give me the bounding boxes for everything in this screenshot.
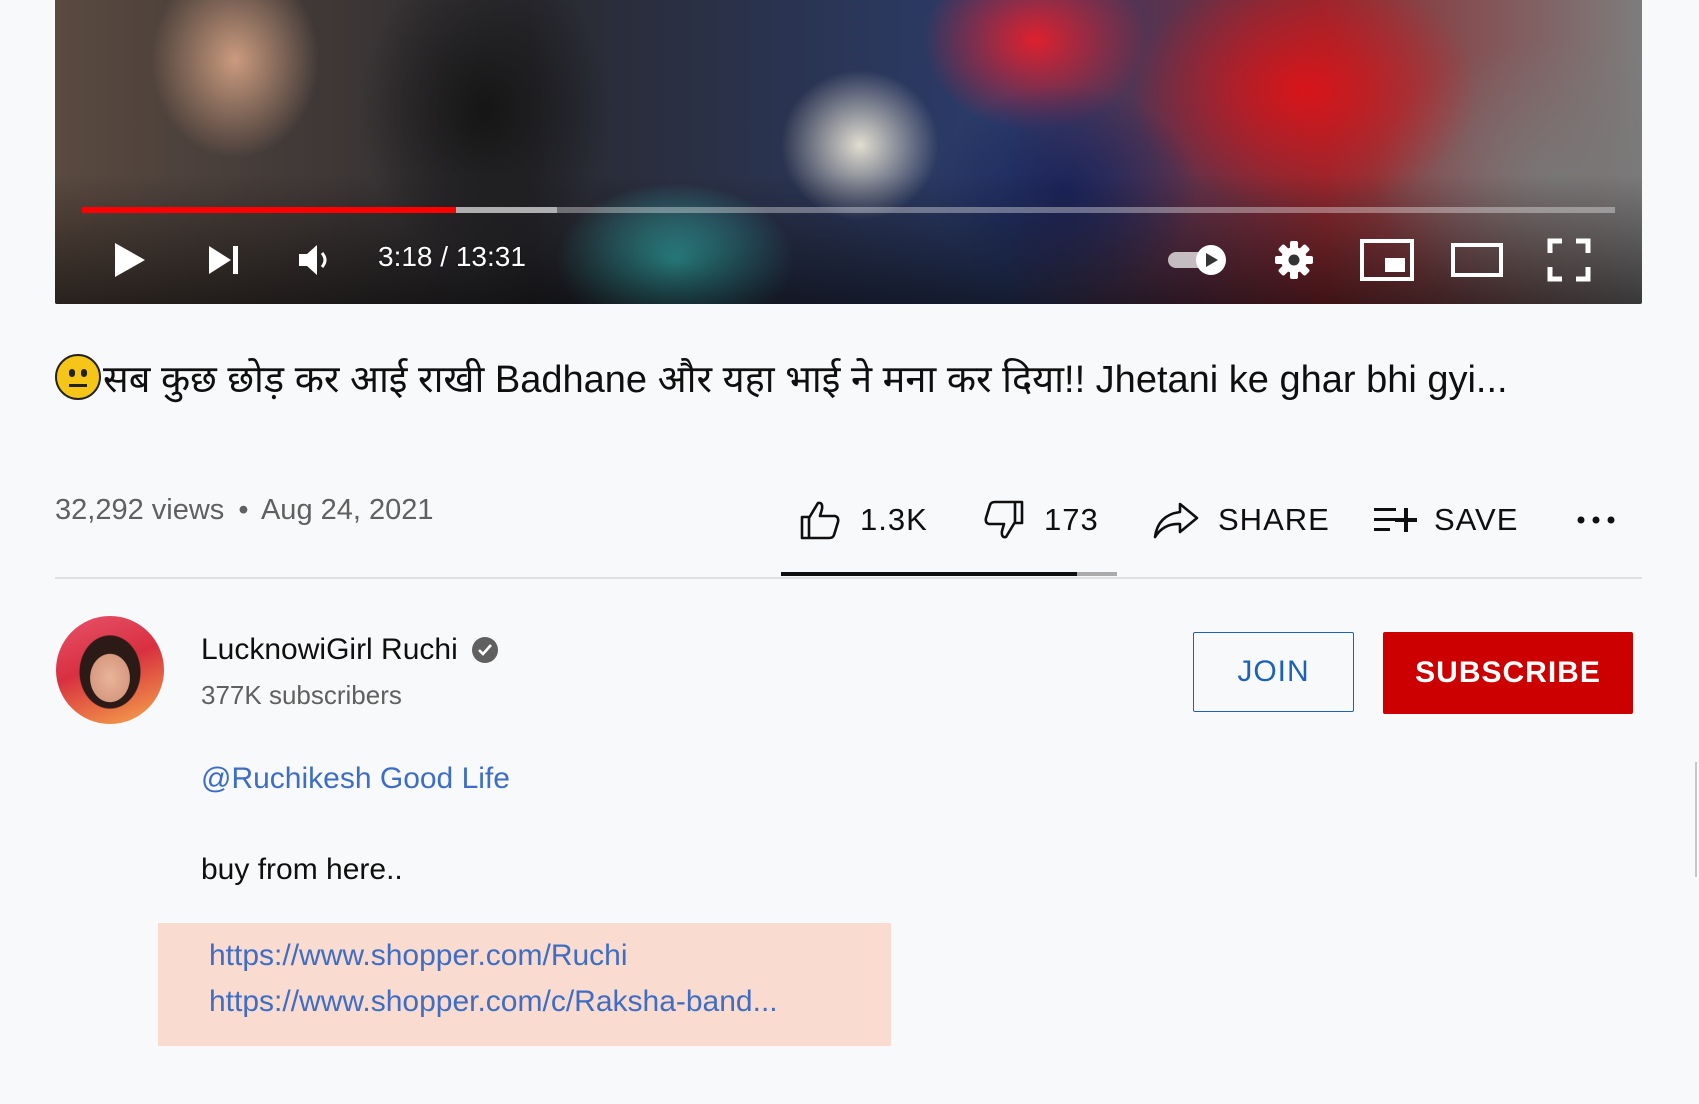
fullscreen-button[interactable] [1541,238,1597,282]
upload-date: Aug 24, 2021 [260,494,434,526]
theater-mode-icon [1451,243,1503,277]
miniplayer-button[interactable] [1357,238,1417,282]
share-button[interactable]: SHARE [1152,490,1330,550]
channel-mention-link[interactable]: @Ruchikesh Good Life [201,762,510,796]
video-player[interactable]: 3:18 / 13:31 [55,0,1642,304]
more-icon [1577,516,1615,524]
divider [55,577,1642,579]
join-button[interactable]: JOIN [1193,632,1354,712]
channel-name[interactable]: LucknowiGirl Ruchi [201,633,458,667]
progress-played [82,207,457,213]
video-title-text: सब कुछ छोड़ कर आई राखी Badhane और यहा भा… [103,359,1508,401]
meta-separator: • [238,494,249,526]
channel-name-row[interactable]: LucknowiGirl Ruchi [201,633,498,667]
sentiment-like-fill [781,572,1078,576]
volume-button[interactable] [291,238,341,282]
subscribe-button[interactable]: SUBSCRIBE [1383,632,1633,714]
miniplayer-icon [1360,239,1414,281]
description-link[interactable]: https://www.shopper.com/Ruchi [209,939,628,973]
progress-bar[interactable] [82,207,1615,213]
share-icon [1153,502,1199,539]
description-links-highlight: https://www.shopper.com/Ruchi https://ww… [158,923,891,1046]
dislike-button[interactable]: 173 [982,490,1099,550]
time-display: 3:18 / 13:31 [378,241,526,272]
neutral-face-icon [55,354,101,400]
volume-icon [299,245,327,275]
more-actions-button[interactable] [1575,490,1617,550]
verified-badge-icon [471,637,498,663]
play-icon [115,243,145,277]
next-button[interactable] [199,238,249,282]
channel-avatar[interactable] [56,616,164,724]
play-button[interactable] [105,238,155,282]
save-button[interactable]: SAVE [1372,490,1518,550]
description-text: buy from here.. [201,853,403,886]
like-count: 1.3K [860,502,928,537]
gear-icon [1275,241,1313,279]
like-button[interactable]: 1.3K [798,490,928,550]
save-label: SAVE [1434,502,1519,537]
dislike-count: 173 [1044,502,1099,537]
theater-mode-button[interactable] [1447,238,1507,282]
skip-next-icon [209,246,238,274]
view-count: 32,292 views [55,494,225,526]
settings-button[interactable] [1269,238,1319,282]
thumbs-up-icon [800,501,840,540]
video-meta: 32,292 views • Aug 24, 2021 [55,494,434,527]
share-label: SHARE [1218,502,1330,537]
autoplay-toggle-icon [1168,245,1226,275]
video-title: सब कुछ छोड़ कर आई राखी Badhane और यहा भा… [55,350,1615,410]
scrollbar[interactable] [1695,762,1697,877]
description-link[interactable]: https://www.shopper.com/c/Raksha-band... [209,985,778,1019]
sentiment-bar [781,572,1117,576]
subscriber-count: 377K subscribers [201,680,402,710]
autoplay-toggle[interactable] [1163,238,1233,282]
thumbs-down-icon [984,500,1024,539]
fullscreen-icon [1547,238,1591,282]
playlist-add-icon [1374,508,1417,532]
